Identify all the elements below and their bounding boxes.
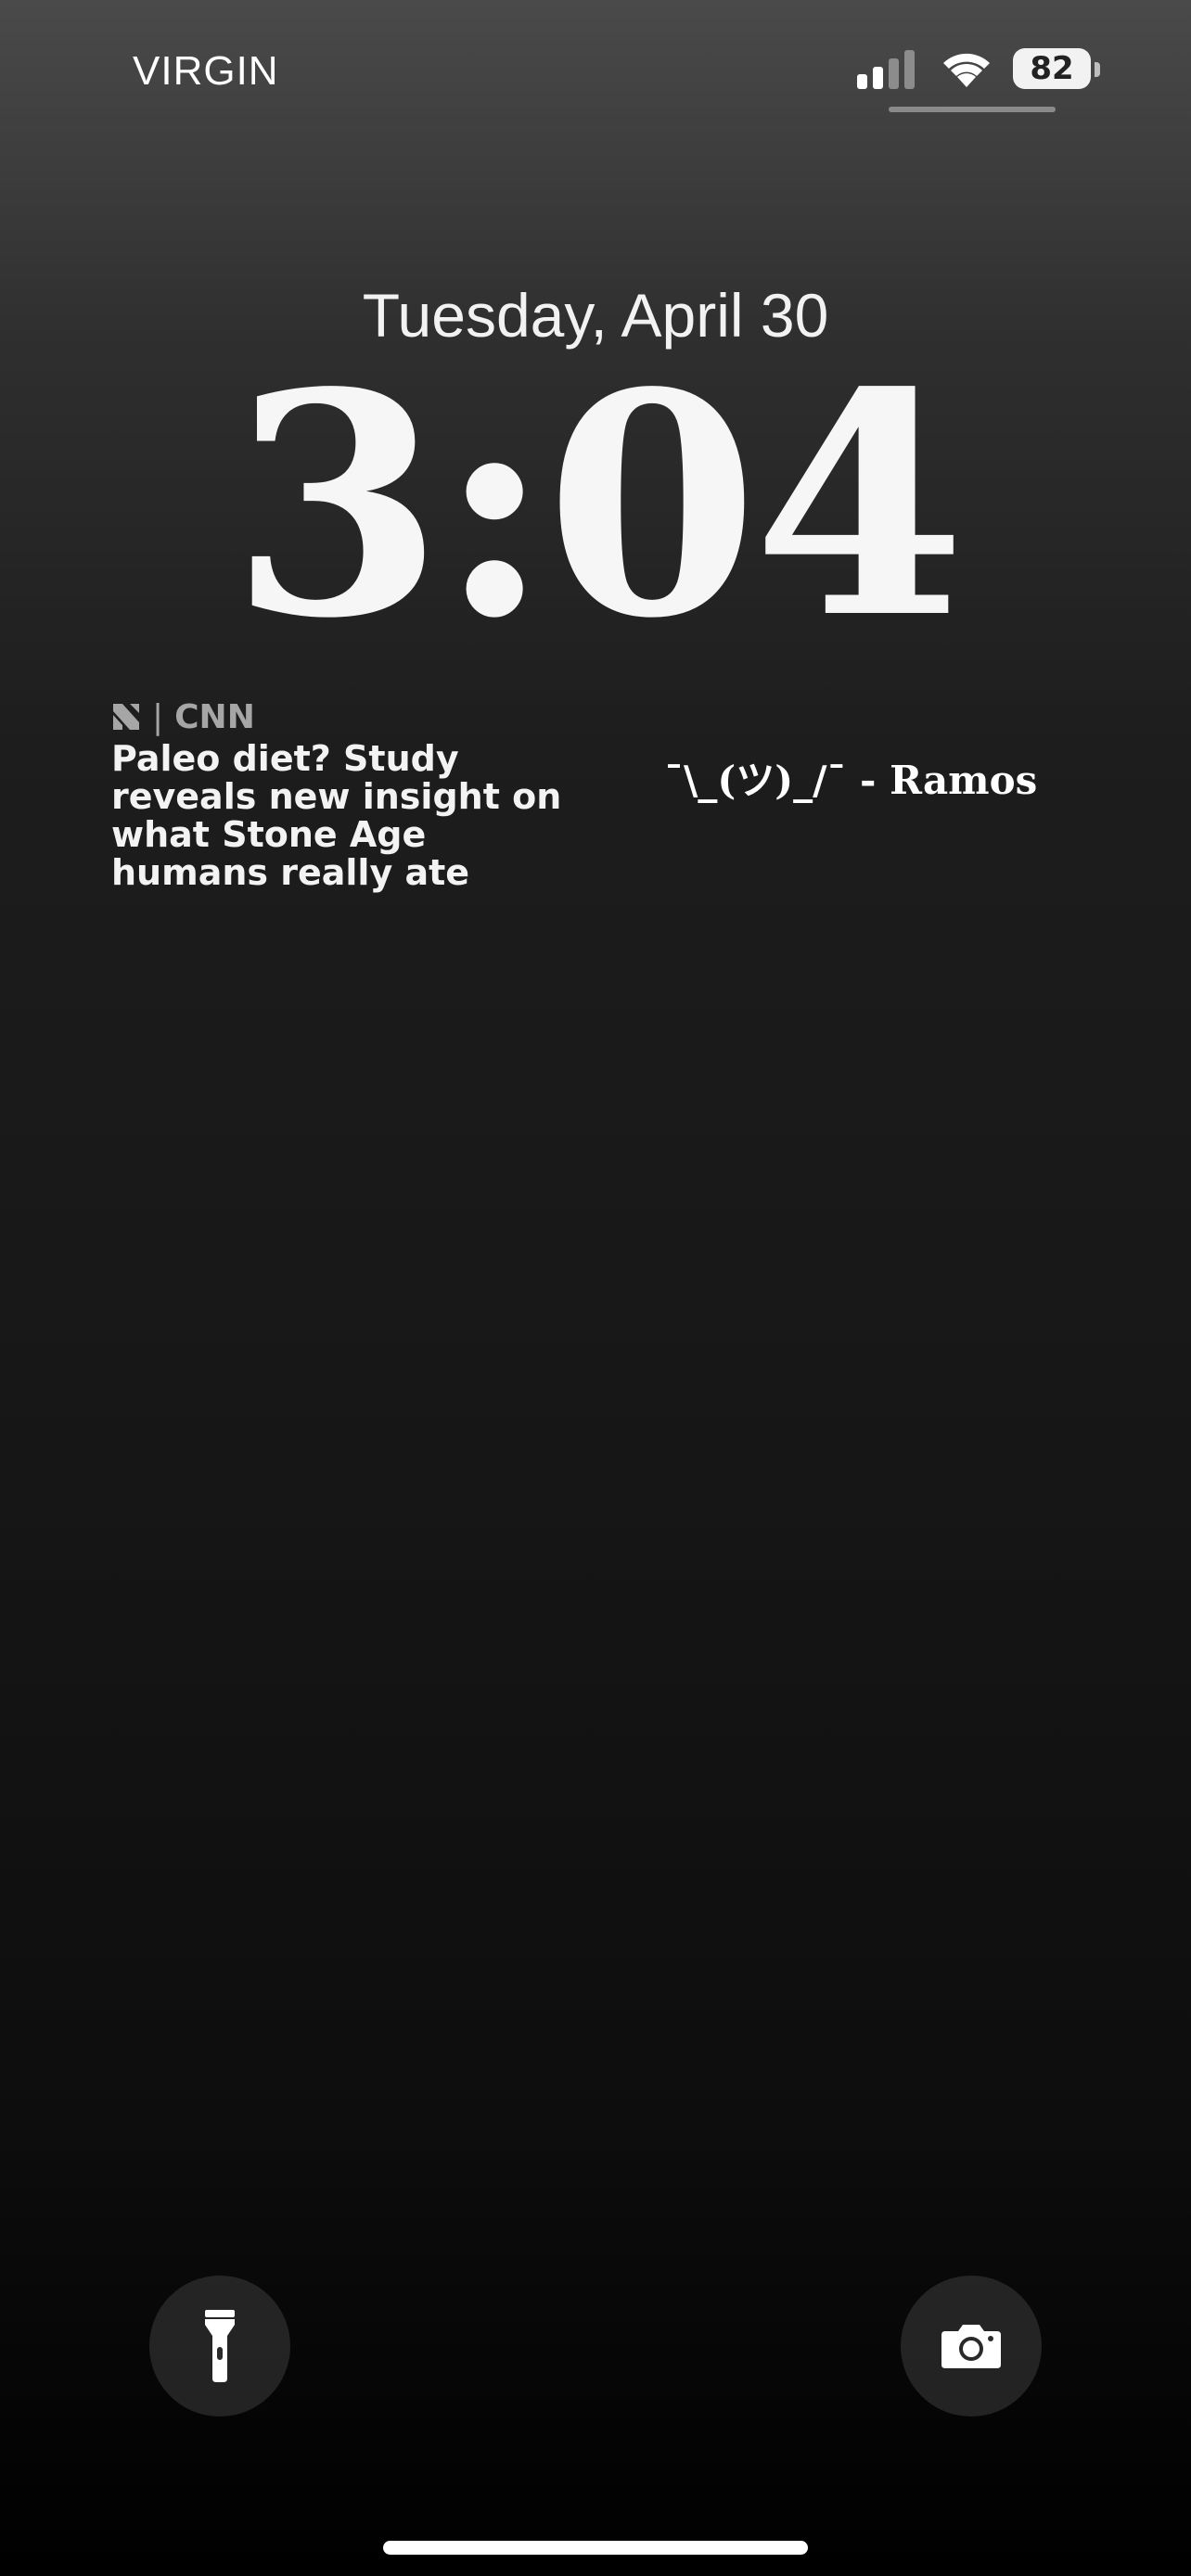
news-widget[interactable]: | CNN Paleo diet? Study reveals new insi… [111, 697, 594, 892]
carrier-name: VIRGIN [133, 48, 279, 94]
home-indicator[interactable] [383, 2541, 808, 2555]
battery-icon: 82 [1013, 48, 1100, 91]
flashlight-icon [205, 2310, 235, 2382]
lock-time: 3:04 [230, 325, 967, 685]
battery-level: 82 [1013, 48, 1091, 89]
news-headline: Paleo diet? Study reveals new insight on… [111, 738, 562, 893]
news-source-label: CNN [174, 697, 255, 736]
quote-widget[interactable]: ¯\_(ツ)_/¯ - Ramos [664, 749, 1037, 806]
news-source-row: | CNN [111, 697, 594, 736]
news-separator: | [152, 697, 164, 736]
camera-icon [941, 2325, 1001, 2368]
apple-news-icon [113, 704, 139, 730]
cellular-signal-icon [857, 50, 915, 89]
flashlight-button[interactable] [149, 2276, 290, 2417]
wifi-icon [943, 53, 990, 87]
camera-button[interactable] [901, 2276, 1042, 2417]
battery-cap [1095, 62, 1100, 77]
lock-screen: VIRGIN 82 Tuesday, April 30 3:04 | CNN P… [0, 0, 1191, 2576]
control-center-grabber[interactable] [889, 107, 1056, 112]
